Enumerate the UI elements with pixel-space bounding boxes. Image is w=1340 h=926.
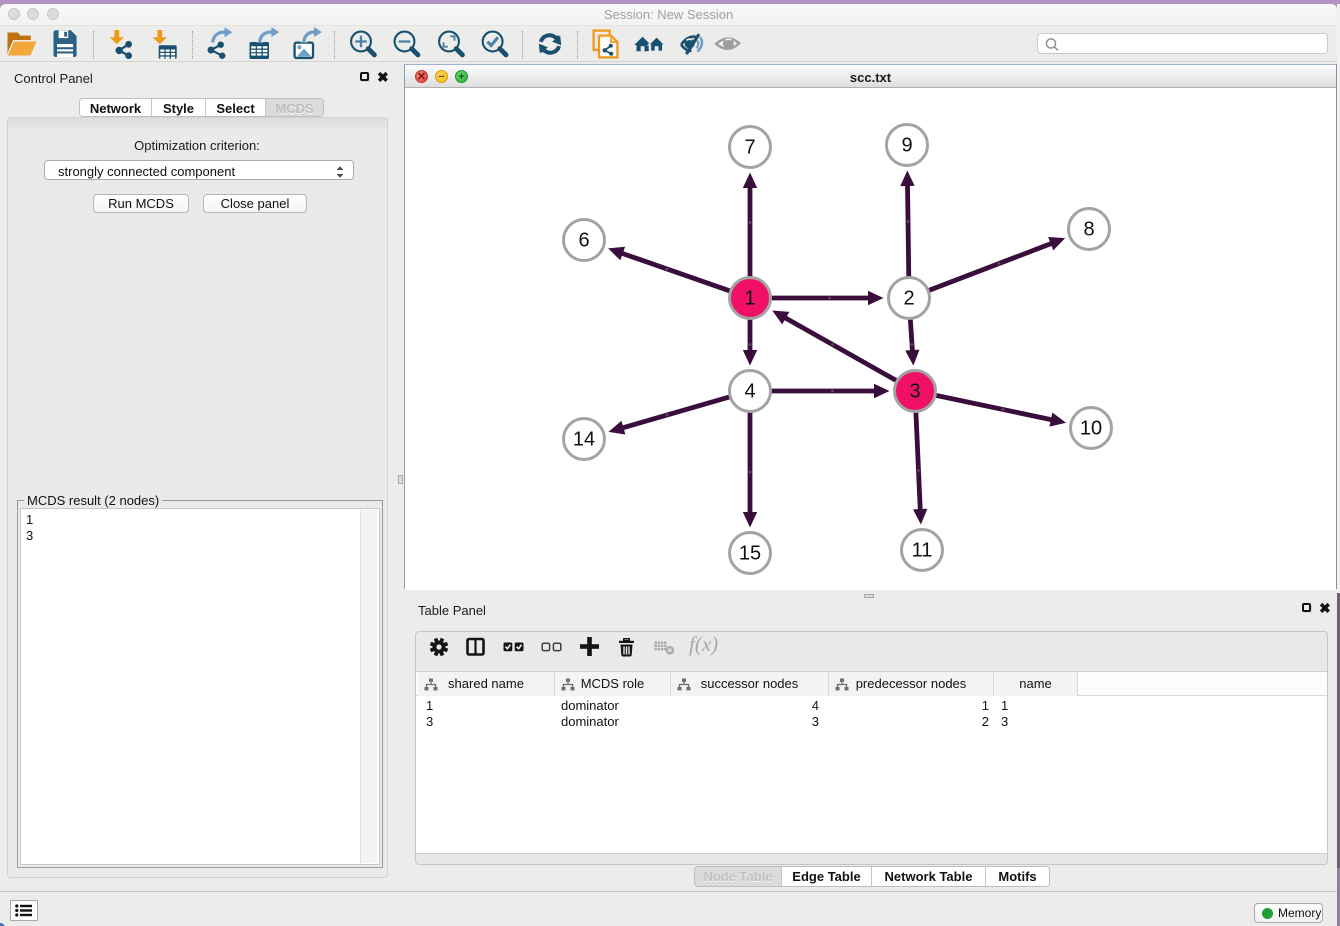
svg-text:6: 6: [578, 230, 589, 252]
svg-text:11: 11: [912, 540, 933, 562]
svg-text:15: 15: [739, 543, 761, 565]
svg-text:7: 7: [744, 137, 755, 159]
svg-text:2: 2: [903, 288, 914, 310]
svg-text:1: 1: [744, 288, 755, 310]
svg-text:4: 4: [744, 381, 755, 403]
svg-text:9: 9: [901, 135, 912, 157]
svg-text:3: 3: [909, 381, 920, 403]
svg-text:14: 14: [573, 429, 595, 451]
svg-text:10: 10: [1080, 418, 1102, 440]
svg-text:8: 8: [1083, 219, 1094, 241]
